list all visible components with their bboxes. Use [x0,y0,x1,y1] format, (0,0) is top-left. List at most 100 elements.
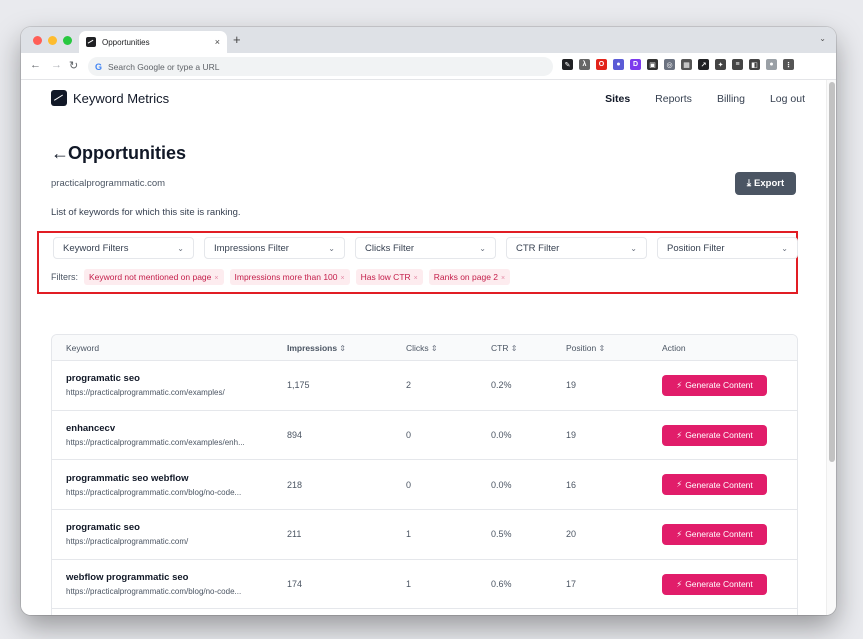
shield-ext-icon[interactable]: ◎ [664,59,675,70]
dropdown-label: Impressions Filter [214,242,289,254]
close-window-button[interactable] [33,36,42,45]
puzzle-icon[interactable]: ✦ [715,59,726,70]
pen-icon[interactable]: ✎ [562,59,573,70]
nav-sites[interactable]: Sites [605,93,630,105]
ctr-cell: 0.0% [491,430,512,441]
playlist-icon[interactable]: ≡ [732,59,743,70]
nav-billing[interactable]: Billing [717,93,745,105]
profile-avatar-icon[interactable]: ● [766,59,777,70]
generate-content-button[interactable]: ⚡ Generate Content [662,523,767,545]
generate-content-label: Generate Content [685,479,753,490]
remove-filter-icon[interactable]: × [214,275,218,282]
top-nav: Sites Reports Billing Log out [605,93,805,105]
column-header-label: Impressions [287,342,338,353]
forward-nav-icon[interactable]: → [51,59,62,71]
filter-panel: Keyword Filters ⌄ Impressions Filter ⌄ Click… [37,231,798,294]
impressions-cell: 211 [287,529,302,540]
filter-chip-label: Has low CTR [360,272,411,282]
box-ext-icon[interactable]: ▣ [647,59,658,70]
remove-filter-icon[interactable]: × [501,275,505,282]
filter-chip-label: Keyword not mentioned on page [89,272,212,282]
tab-close-icon[interactable]: × [215,37,220,47]
lightning-icon: ⚡ [676,528,683,539]
kebab-menu-icon[interactable]: ⋮ [783,59,794,70]
address-placeholder: Search Google or type a URL [108,61,220,72]
minimize-window-button[interactable] [48,36,57,45]
keyword-cell: programatic seo https://practicalprogramm… [52,522,287,546]
google-icon: G [95,61,103,72]
generate-content-button[interactable]: ⚡ Generate Content [662,374,767,396]
column-header-ctr[interactable]: CTR ⇕ [491,343,566,353]
ctr-filter-dropdown[interactable]: CTR Filter ⌄ [506,237,647,259]
remove-filter-icon[interactable]: × [414,275,418,282]
browser-tab[interactable]: Opportunities × [79,31,227,53]
lightning-icon: ⚡ [676,479,683,490]
action-cell: ⚡ Generate Content [662,374,792,396]
generate-content-label: Generate Content [685,579,753,590]
generate-content-button[interactable]: ⚡ Generate Content [662,573,767,595]
table-header: Keyword Impressions ⇕ Clicks ⇕ CTR ⇕ Positio… [52,335,797,361]
column-header-impressions[interactable]: Impressions ⇕ [287,343,406,353]
clicks-filter-dropdown[interactable]: Clicks Filter ⌄ [355,237,496,259]
grid-ext-icon[interactable]: ▦ [681,59,692,70]
reload-icon[interactable]: ↻ [69,59,78,72]
column-header-keyword: Keyword [52,343,287,353]
column-header-position[interactable]: Position ⇕ [566,343,662,353]
remove-filter-icon[interactable]: × [341,275,345,282]
table-row: programatic seo https://practicalprogramm… [52,361,797,411]
address-bar[interactable]: G Search Google or type a URL [88,57,553,76]
keyword-filters-dropdown[interactable]: Keyword Filters ⌄ [53,237,194,259]
keyword-name: enhancecv [66,423,116,435]
column-header-clicks[interactable]: Clicks ⇕ [406,343,491,353]
globe-ext-icon[interactable]: ● [613,59,624,70]
lightning-icon: ⚡ [676,578,683,589]
generate-content-button[interactable]: ⚡ Generate Content [662,474,767,496]
generate-content-button[interactable]: ⚡ Generate Content [662,424,767,446]
impressions-cell: 894 [287,430,303,441]
action-cell: ⚡ Generate Content [662,573,792,595]
new-tab-button[interactable]: + [233,32,241,47]
sort-icon: ⇕ [508,343,518,353]
dropdown-label: CTR Filter [516,242,560,254]
keywords-table: Keyword Impressions ⇕ Clicks ⇕ CTR ⇕ Positio… [51,334,798,615]
position-filter-dropdown[interactable]: Position Filter ⌄ [657,237,798,259]
dropdown-label: Keyword Filters [63,242,129,254]
filter-chip[interactable]: Impressions more than 100 × [229,269,350,285]
impressions-cell: 218 [287,479,303,490]
filter-chip[interactable]: Has low CTR × [355,269,423,285]
scrollbar-thumb[interactable] [829,82,835,462]
tab-search-icon[interactable]: ⌄ [819,34,826,43]
keyword-cell: enhancecv https://practicalprogrammatic.c… [52,423,287,447]
clicks-cell: 0 [406,430,412,441]
page-scrollbar[interactable] [826,80,836,615]
back-arrow-icon[interactable]: ← [51,143,69,164]
arrow-ext-icon[interactable]: ↗ [698,59,709,70]
export-label: Export [754,178,785,189]
opera-icon[interactable]: O [596,59,607,70]
filter-chip[interactable]: Keyword not mentioned on page × [84,269,224,285]
lambda-icon[interactable]: λ [579,59,590,70]
export-button[interactable]: ⤓ Export [735,172,796,195]
keyword-url: https://practicalprogrammatic.com/ [66,537,189,547]
nav-log-out[interactable]: Log out [770,93,805,105]
impressions-filter-dropdown[interactable]: Impressions Filter ⌄ [204,237,345,259]
keyword-cell: programatic seo https://practicalprogramm… [52,373,287,397]
app-logo[interactable]: Keyword Metrics [51,90,169,106]
site-favicon-icon [86,37,96,47]
filter-chip-label: Ranks on page 2 [433,272,499,282]
table-row: programmatic seo webflow https://practica… [52,460,797,511]
action-cell: ⚡ Generate Content [662,474,792,496]
sidepanel-icon[interactable]: ◧ [749,59,760,70]
page-title: Opportunities [68,143,186,163]
window-controls [33,36,72,45]
chevron-down-icon: ⌄ [177,243,184,253]
maximize-window-button[interactable] [63,36,72,45]
extensions-row: ✎ λ O ● D ▣ ◎ ▦ ↗ ✦ ≡ ◧ ● ⋮ [562,59,794,70]
nav-reports[interactable]: Reports [655,93,692,105]
back-nav-icon[interactable]: ← [30,59,41,71]
d-ext-icon[interactable]: D [630,59,641,70]
filter-chip[interactable]: Ranks on page 2 × [428,269,511,285]
keyword-name: programatic seo [66,522,140,534]
ctr-cell: 0.2% [491,380,512,391]
sort-icon: ⇕ [596,343,606,353]
